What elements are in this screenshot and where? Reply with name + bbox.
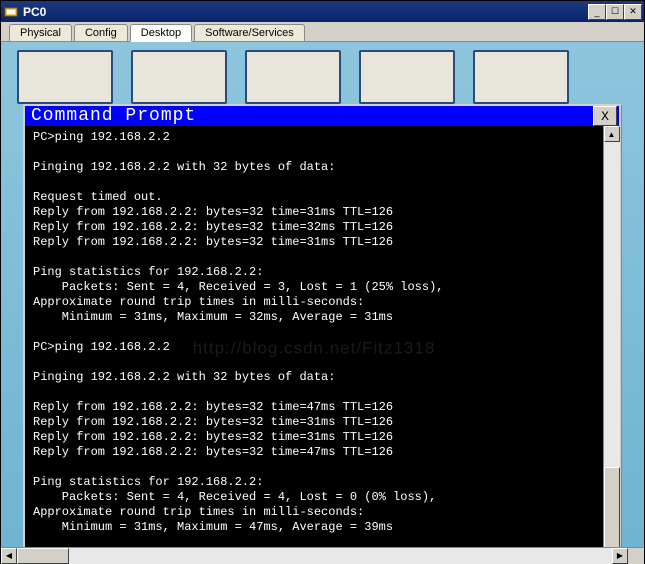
horizontal-scrollbar[interactable]: ◀ ▶	[1, 547, 644, 563]
window-controls: _ ☐ ✕	[588, 4, 642, 20]
maximize-button[interactable]: ☐	[606, 4, 624, 20]
scroll-up-button[interactable]: ▲	[604, 126, 620, 142]
command-prompt-close-button[interactable]: X	[593, 106, 617, 126]
scroll-right-button[interactable]: ▶	[612, 548, 628, 564]
command-prompt-title: Command Prompt	[31, 106, 593, 126]
vertical-scrollbar[interactable]: ▲ ▼	[603, 126, 619, 547]
terminal-wrap: PC>ping 192.168.2.2 Pinging 192.168.2.2 …	[25, 126, 619, 547]
scroll-thumb[interactable]	[604, 467, 620, 547]
shortcut-thumb[interactable]	[245, 50, 341, 104]
tab-desktop[interactable]: Desktop	[130, 24, 192, 42]
close-button[interactable]: ✕	[624, 4, 642, 20]
watermark-text: http://blog.csdn.net/Fitz1318	[193, 340, 436, 355]
scroll-corner	[628, 548, 644, 564]
desktop-body: Command Prompt X PC>ping 192.168.2.2 Pin…	[1, 42, 644, 547]
scroll-track[interactable]	[604, 142, 620, 547]
hscroll-thumb[interactable]	[17, 548, 69, 564]
terminal-output[interactable]: PC>ping 192.168.2.2 Pinging 192.168.2.2 …	[25, 126, 603, 547]
outer-window-title: PC0	[23, 5, 588, 19]
tab-physical[interactable]: Physical	[9, 24, 72, 41]
shortcut-thumb[interactable]	[17, 50, 113, 104]
shortcut-thumb[interactable]	[359, 50, 455, 104]
shortcut-thumb[interactable]	[131, 50, 227, 104]
scroll-left-button[interactable]: ◀	[1, 548, 17, 564]
app-icon	[3, 4, 19, 20]
tabs-row: Physical Config Desktop Software/Service…	[1, 22, 644, 42]
tab-software-services[interactable]: Software/Services	[194, 24, 305, 41]
hscroll-track[interactable]	[17, 548, 612, 564]
tab-config[interactable]: Config	[74, 24, 128, 41]
command-prompt-window: Command Prompt X PC>ping 192.168.2.2 Pin…	[23, 104, 621, 547]
minimize-button[interactable]: _	[588, 4, 606, 20]
command-prompt-titlebar[interactable]: Command Prompt X	[25, 106, 619, 126]
shortcut-thumb[interactable]	[473, 50, 569, 104]
shortcut-thumbnails	[17, 50, 628, 108]
outer-window: PC0 _ ☐ ✕ Physical Config Desktop Softwa…	[0, 0, 645, 564]
outer-titlebar[interactable]: PC0 _ ☐ ✕	[1, 1, 644, 22]
